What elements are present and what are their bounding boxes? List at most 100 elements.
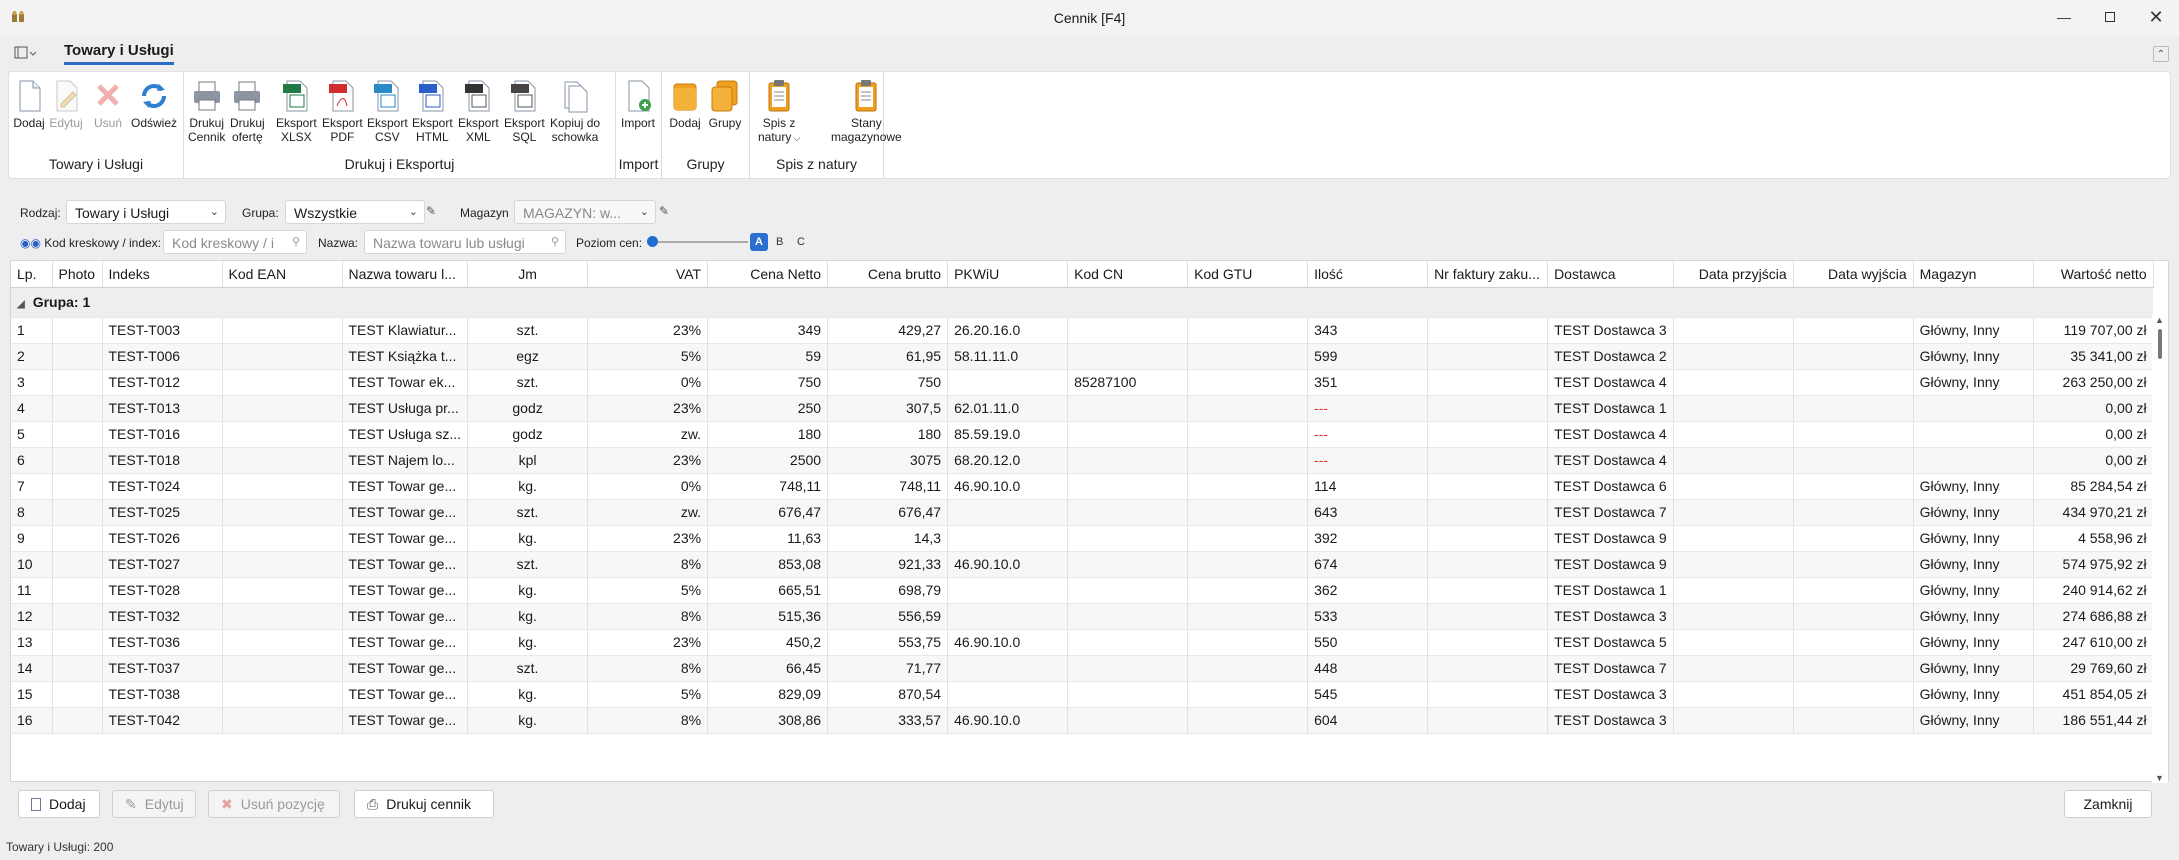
column-header[interactable]: Kod CN — [1067, 261, 1189, 288]
minimize-button[interactable]: — — [2041, 0, 2087, 34]
column-header[interactable]: Dostawca — [1547, 261, 1674, 288]
price-level-b[interactable]: B — [776, 236, 783, 248]
scroll-down-icon[interactable]: ▼ — [2155, 773, 2164, 783]
column-header[interactable]: Magazyn — [1913, 261, 2034, 288]
column-header[interactable]: Photo — [52, 261, 103, 288]
column-header[interactable]: Lp. — [11, 261, 53, 288]
column-header[interactable]: Nr faktury zaku... — [1427, 261, 1549, 288]
table-row[interactable]: 6 TEST-T018 TEST Najem lo... kpl 23% 2500 3075… — [11, 447, 2154, 474]
inventory-count-button[interactable]: Spis z natury ⌵ — [758, 78, 800, 145]
table-row[interactable]: 15 TEST-T038 TEST Towar ge... kg. 5% 829,09 87… — [11, 681, 2154, 708]
table-row[interactable]: 7 TEST-T024 TEST Towar ge... kg. 0% 748,11 748… — [11, 473, 2154, 500]
add-button[interactable]: Dodaj — [12, 78, 46, 130]
table-row[interactable]: 3 TEST-T012 TEST Towar ek... szt. 0% 750 750 85… — [11, 369, 2154, 396]
print-offer-button[interactable]: Drukuj ofertę — [230, 78, 265, 144]
table-row[interactable]: 2 TEST-T006 TEST Książka t... egz 5% 59 61,95 5… — [11, 343, 2154, 370]
table-cell: TEST-T013 — [102, 395, 223, 422]
table-row[interactable]: 16 TEST-T042 TEST Towar ge... kg. 8% 308,86 33… — [11, 707, 2154, 734]
collapse-triangle-icon[interactable]: ◢ — [17, 299, 25, 310]
export-pdf-button[interactable]: Eksport PDF — [322, 78, 363, 144]
export-xml-button[interactable]: Eksport XML — [458, 78, 499, 144]
table-row[interactable]: 9 TEST-T026 TEST Towar ge... kg. 23% 11,63 14,… — [11, 525, 2154, 552]
edit-group-pencil-icon[interactable]: ✎ — [426, 204, 442, 220]
table-cell: 5% — [587, 343, 709, 370]
rodzaj-select[interactable]: Towary i Usługi ⌄ — [66, 200, 226, 224]
table-row[interactable]: 12 TEST-T032 TEST Towar ge... kg. 8% 515,36 55… — [11, 603, 2154, 630]
scroll-thumb[interactable] — [2158, 329, 2162, 359]
table-cell: TEST Dostawca 3 — [1547, 317, 1674, 344]
add-group-button[interactable]: Dodaj — [668, 78, 702, 130]
print-pricelist-button[interactable]: Drukuj Cennik — [188, 78, 225, 144]
grupa-select[interactable]: Wszystkie ⌄ — [285, 200, 425, 224]
column-header[interactable]: Cena Netto — [707, 261, 829, 288]
magazyn-select[interactable]: MAGAZYN: w... ⌄ — [514, 200, 656, 224]
maximize-button[interactable] — [2087, 0, 2133, 34]
table-row[interactable]: 10 TEST-T027 TEST Towar ge... szt. 8% 853,08 9… — [11, 551, 2154, 578]
column-header[interactable]: Jm — [467, 261, 589, 288]
table-row[interactable]: 4 TEST-T013 TEST Usługa pr... godz 23% 250 307… — [11, 395, 2154, 422]
name-search-input[interactable]: Nazwa towaru lub usługi ⚲ — [364, 230, 566, 254]
price-level-c[interactable]: C — [797, 236, 805, 248]
table-cell: 85 284,54 zł — [2033, 473, 2154, 500]
delete-button[interactable]: Usuń — [91, 78, 125, 130]
table-cell: TEST Towar ge... — [342, 681, 469, 708]
table-row[interactable]: 8 TEST-T025 TEST Towar ge... szt. zw. 676,47 6… — [11, 499, 2154, 526]
table-cell — [1427, 603, 1549, 630]
table-cell: kg. — [467, 525, 589, 552]
table-cell: godz — [467, 395, 589, 422]
import-button[interactable]: Import — [621, 78, 655, 130]
price-level-slider[interactable] — [648, 241, 748, 243]
add-item-button[interactable]: Dodaj — [18, 790, 100, 818]
slider-handle[interactable] — [647, 236, 658, 247]
groups-button[interactable]: Grupy — [708, 78, 742, 130]
export-xlsx-button[interactable]: Eksport XLSX — [276, 78, 317, 144]
group-row[interactable]: ◢ Grupa: 1 — [11, 287, 2154, 318]
table-cell: TEST Dostawca 7 — [1547, 655, 1674, 682]
close-button[interactable]: Zamknij — [2064, 790, 2152, 818]
column-header[interactable]: Cena brutto — [827, 261, 949, 288]
collapse-ribbon-button[interactable]: ⌃ — [2153, 46, 2169, 62]
quick-access-menu-icon[interactable] — [14, 44, 38, 62]
copy-to-clipboard-button[interactable]: Kopiuj do schowka — [550, 78, 600, 144]
column-header[interactable]: Data wyjścia — [1793, 261, 1914, 288]
column-header[interactable]: Indeks — [102, 261, 223, 288]
print-pricelist-bottom-button[interactable]: ⎙ Drukuj cennik — [354, 790, 494, 818]
edit-button[interactable]: Edytuj — [49, 78, 83, 130]
table-row[interactable]: 5 TEST-T016 TEST Usługa sz... godz zw. 180 180… — [11, 421, 2154, 448]
table-cell: 599 — [1307, 343, 1429, 370]
column-header[interactable]: VAT — [587, 261, 709, 288]
table-cell: 3075 — [827, 447, 949, 474]
table-cell: 23% — [587, 525, 709, 552]
column-header[interactable]: Ilość — [1307, 261, 1429, 288]
column-header[interactable]: Wartość netto — [2033, 261, 2154, 288]
table-cell — [1187, 343, 1309, 370]
column-header[interactable]: PKWiU — [947, 261, 1069, 288]
clipboard-icon — [855, 80, 877, 112]
price-level-a[interactable]: A — [750, 233, 768, 251]
refresh-button[interactable]: Odśwież — [131, 78, 177, 130]
table-cell — [1187, 317, 1309, 344]
export-sql-button[interactable]: Eksport SQL — [504, 78, 545, 144]
table-row[interactable]: 1 TEST-T003 TEST Klawiatur... szt. 23% 349 429… — [11, 317, 2154, 344]
close-window-button[interactable]: ✕ — [2133, 0, 2179, 34]
barcode-search-input[interactable]: Kod kreskowy / i ⚲ — [163, 230, 307, 254]
export-html-button[interactable]: Eksport HTML — [412, 78, 453, 144]
table-cell — [1427, 577, 1549, 604]
column-header[interactable]: Kod EAN — [222, 261, 343, 288]
column-header[interactable]: Data przyjścia — [1673, 261, 1794, 288]
column-header[interactable]: Kod GTU — [1187, 261, 1309, 288]
export-csv-button[interactable]: Eksport CSV — [367, 78, 408, 144]
tab-towary-i-uslugi[interactable]: Towary i Usługi — [64, 42, 174, 65]
table-row[interactable]: 11 TEST-T028 TEST Towar ge... kg. 5% 665,51 69… — [11, 577, 2154, 604]
edit-item-button[interactable]: ✎ Edytuj — [112, 790, 196, 818]
scroll-up-icon[interactable]: ▲ — [2155, 315, 2164, 325]
table-row[interactable]: 13 TEST-T036 TEST Towar ge... kg. 23% 450,2 55… — [11, 629, 2154, 656]
table-row[interactable]: 14 TEST-T037 TEST Towar ge... szt. 8% 66,45 71… — [11, 655, 2154, 682]
table-cell: 748,11 — [707, 473, 829, 500]
table-cell: 46.90.10.0 — [947, 707, 1069, 734]
vertical-scrollbar[interactable]: ▲ ▼ — [2152, 315, 2168, 783]
stock-levels-button[interactable]: Stany magazynowe — [831, 78, 902, 144]
column-header[interactable]: Nazwa towaru l... — [342, 261, 469, 288]
delete-item-button[interactable]: ✖ Usuń pozycję — [208, 790, 340, 818]
edit-warehouse-pencil-icon[interactable]: ✎ — [659, 204, 675, 220]
